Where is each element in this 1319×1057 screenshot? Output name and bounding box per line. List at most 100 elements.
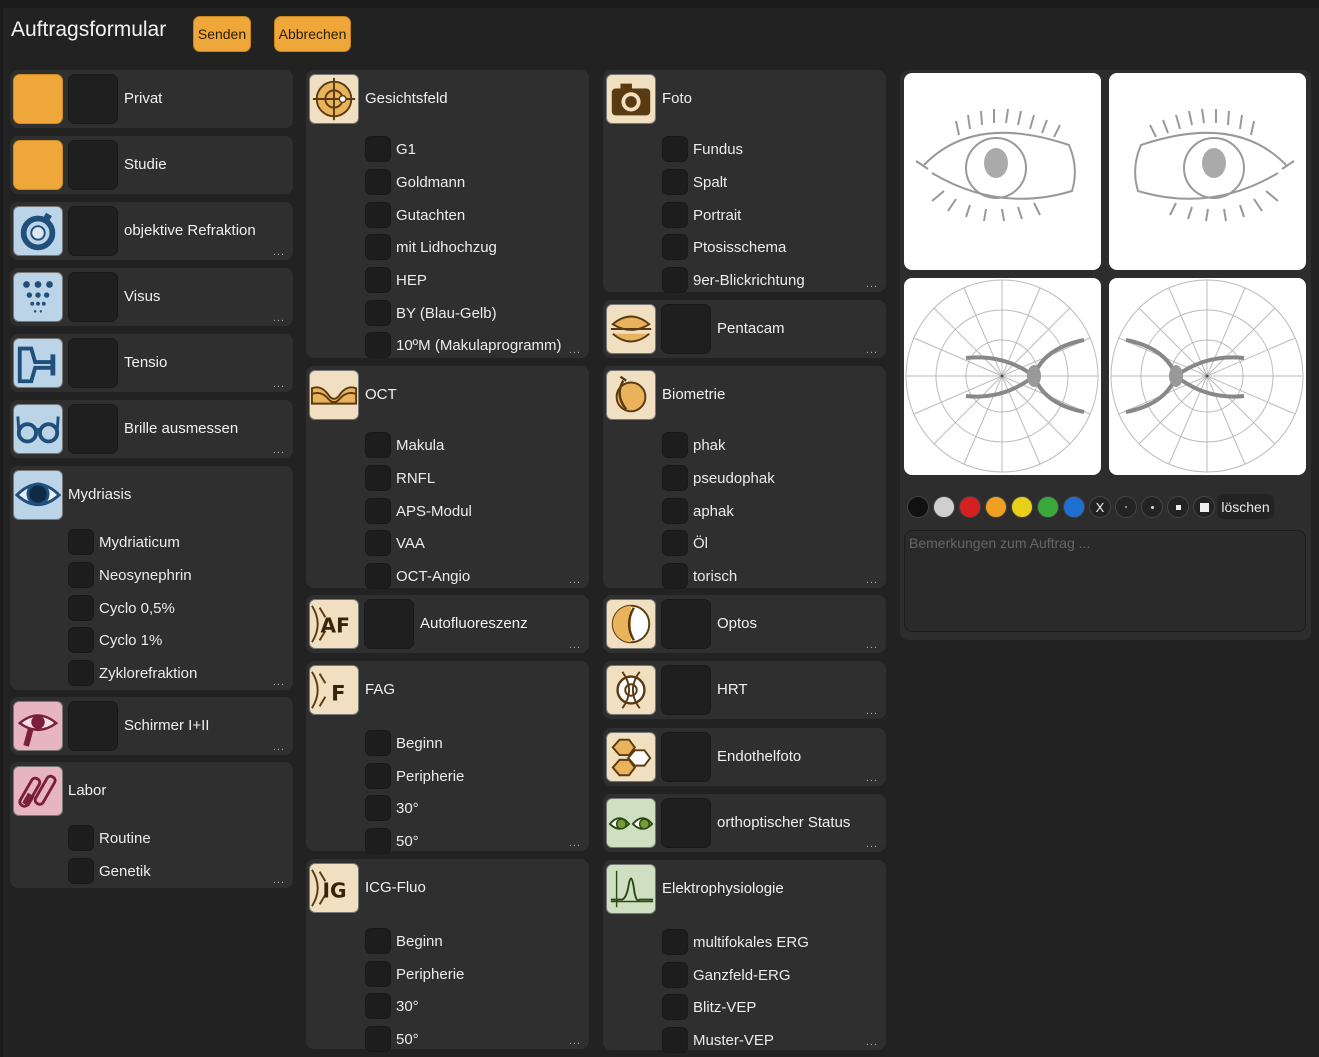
labor-option[interactable]: Genetik (10, 855, 293, 887)
checkbox[interactable] (68, 529, 94, 555)
biometrie-option[interactable]: aphak (603, 495, 886, 527)
visus-checkbox[interactable] (68, 272, 118, 322)
brush-size-l-button[interactable] (1193, 496, 1215, 518)
elektrophysiologie-option[interactable]: Ganzfeld-ERG (603, 959, 886, 991)
gesichtsfeld-option[interactable]: Goldmann (306, 166, 589, 198)
checkbox[interactable] (365, 993, 391, 1019)
checkbox[interactable] (662, 962, 688, 988)
checkbox[interactable] (365, 432, 391, 458)
autofluoreszenz-checkbox[interactable] (364, 599, 414, 649)
color-green-swatch[interactable] (1037, 496, 1059, 518)
mydriasis-option[interactable]: Zyklorefraktion (10, 657, 293, 689)
checkbox[interactable] (365, 234, 391, 260)
studie-checkbox[interactable] (68, 140, 118, 190)
checkbox[interactable] (662, 136, 688, 162)
biometrie-option[interactable]: Öl (603, 527, 886, 559)
clear-drawing-button[interactable]: löschen (1217, 494, 1274, 519)
schirmer-checkbox[interactable] (68, 701, 118, 751)
checkbox[interactable] (365, 169, 391, 195)
schirmer-more[interactable]: ... (273, 741, 285, 753)
checkbox[interactable] (365, 300, 391, 326)
eraser-button[interactable]: X (1089, 496, 1111, 518)
foto-option[interactable]: Ptosisschema (603, 231, 886, 263)
send-button[interactable]: Senden (193, 16, 251, 52)
privat-toggle[interactable] (13, 74, 63, 124)
color-gray-swatch[interactable] (933, 496, 955, 518)
brush-size-m-button[interactable] (1167, 496, 1189, 518)
labor-more[interactable]: ... (273, 874, 285, 886)
gesichtsfeld-more[interactable]: ... (569, 344, 581, 356)
foto-option[interactable]: 9er-Blickrichtung (603, 264, 886, 296)
checkbox[interactable] (365, 202, 391, 228)
oct-option[interactable]: APS-Modul (306, 495, 589, 527)
checkbox[interactable] (365, 763, 391, 789)
foto-more[interactable]: ... (866, 278, 878, 290)
checkbox[interactable] (365, 563, 391, 589)
oct-option[interactable]: RNFL (306, 462, 589, 494)
icg-option[interactable]: Peripherie (306, 958, 589, 990)
objektive-refraktion-more[interactable]: ... (273, 246, 285, 258)
biometrie-more[interactable]: ... (866, 574, 878, 586)
orthoptisch-more[interactable]: ... (866, 838, 878, 850)
oct-option[interactable]: OCT-Angio (306, 560, 589, 592)
right-eye-drawing-canvas[interactable] (904, 73, 1101, 270)
checkbox[interactable] (662, 169, 688, 195)
checkbox[interactable] (365, 267, 391, 293)
oct-option[interactable]: Makula (306, 429, 589, 461)
checkbox[interactable] (365, 730, 391, 756)
color-red-swatch[interactable] (959, 496, 981, 518)
privat-checkbox[interactable] (68, 74, 118, 124)
fag-option[interactable]: 50° (306, 825, 589, 857)
biometrie-option[interactable]: torisch (603, 560, 886, 592)
mydriasis-more[interactable]: ... (273, 676, 285, 688)
checkbox[interactable] (365, 332, 391, 358)
foto-option[interactable]: Fundus (603, 133, 886, 165)
biometrie-option[interactable]: phak (603, 429, 886, 461)
gesichtsfeld-option[interactable]: mit Lidhochzug (306, 231, 589, 263)
mydriasis-option[interactable]: Cyclo 1% (10, 624, 293, 656)
fag-option[interactable]: 30° (306, 792, 589, 824)
checkbox[interactable] (365, 828, 391, 854)
checkbox[interactable] (68, 627, 94, 653)
checkbox[interactable] (662, 234, 688, 260)
color-yellow-swatch[interactable] (1011, 496, 1033, 518)
cancel-button[interactable]: Abbrechen (274, 16, 351, 52)
brush-size-s-button[interactable] (1141, 496, 1163, 518)
gesichtsfeld-option[interactable]: 10ºM (Makulaprogramm) (306, 329, 589, 361)
checkbox[interactable] (68, 595, 94, 621)
fag-more[interactable]: ... (569, 837, 581, 849)
checkbox[interactable] (365, 928, 391, 954)
icg-option[interactable]: Beginn (306, 925, 589, 957)
tensio-checkbox[interactable] (68, 338, 118, 388)
checkbox[interactable] (662, 929, 688, 955)
foto-option[interactable]: Spalt (603, 166, 886, 198)
elektrophysiologie-option[interactable]: multifokales ERG (603, 926, 886, 958)
gesichtsfeld-option[interactable]: BY (Blau-Gelb) (306, 297, 589, 329)
icg-more[interactable]: ... (569, 1035, 581, 1047)
oct-more[interactable]: ... (569, 574, 581, 586)
icg-option[interactable]: 50° (306, 1023, 589, 1055)
mydriasis-option[interactable]: Neosynephrin (10, 559, 293, 591)
checkbox[interactable] (662, 465, 688, 491)
checkbox[interactable] (365, 530, 391, 556)
color-black-swatch[interactable] (907, 496, 929, 518)
checkbox[interactable] (68, 825, 94, 851)
remarks-textarea[interactable] (904, 530, 1306, 632)
endothelfoto-checkbox[interactable] (661, 732, 711, 782)
gesichtsfeld-option[interactable]: G1 (306, 133, 589, 165)
checkbox[interactable] (662, 432, 688, 458)
left-eye-drawing-canvas[interactable] (1109, 73, 1306, 270)
left-fundus-drawing-canvas[interactable] (1109, 278, 1306, 475)
fag-option[interactable]: Beginn (306, 727, 589, 759)
biometrie-option[interactable]: pseudophak (603, 462, 886, 494)
checkbox[interactable] (365, 1026, 391, 1052)
foto-option[interactable]: Portrait (603, 199, 886, 231)
checkbox[interactable] (365, 795, 391, 821)
checkbox[interactable] (365, 136, 391, 162)
mydriasis-option[interactable]: Cyclo 0,5% (10, 592, 293, 624)
tensio-more[interactable]: ... (273, 378, 285, 390)
brush-size-xs-button[interactable] (1115, 496, 1137, 518)
right-fundus-drawing-canvas[interactable] (904, 278, 1101, 475)
pentacam-more[interactable]: ... (866, 344, 878, 356)
color-blue-swatch[interactable] (1063, 496, 1085, 518)
